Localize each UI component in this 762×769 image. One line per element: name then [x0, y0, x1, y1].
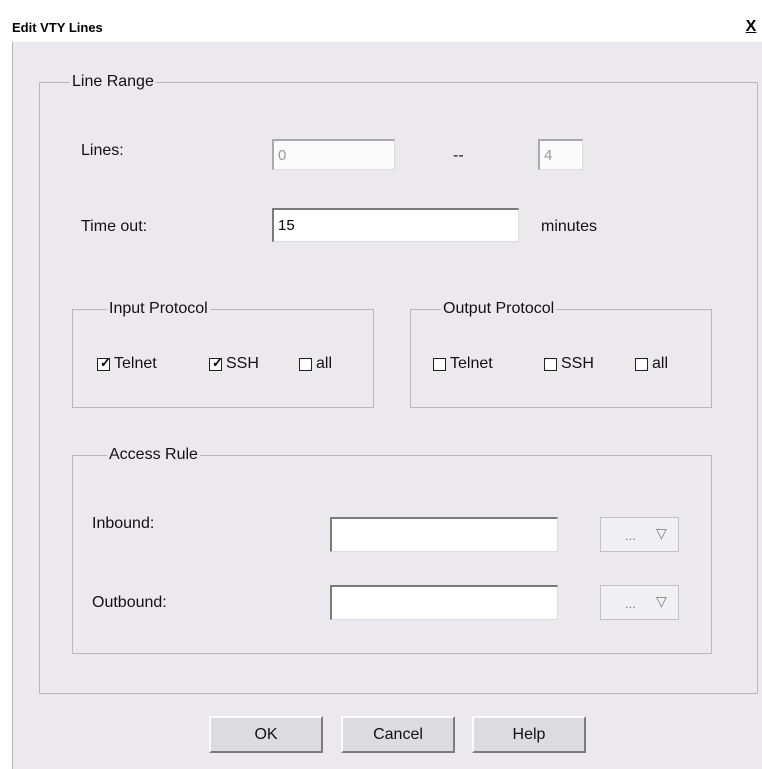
filter-triangle-icon: ▽ [656, 525, 667, 541]
line-range-separator: -- [453, 147, 464, 164]
picker-label: ... [625, 528, 636, 543]
line-range-legend: Line Range [70, 73, 156, 91]
dialog-body: Line Range Lines: -- Time out: minutes I… [12, 42, 762, 769]
timeout-field[interactable] [272, 208, 519, 242]
input-telnet-checkbox[interactable]: ✓ Telnet [97, 355, 157, 373]
checkbox-box[interactable] [544, 357, 557, 371]
output-telnet-checkbox[interactable]: Telnet [433, 355, 493, 373]
access-rule-group: Access Rule [72, 446, 712, 654]
check-mark-icon: ✓ [212, 354, 223, 370]
ok-button[interactable]: OK [209, 716, 323, 753]
check-mark-icon: ✓ [100, 354, 111, 370]
outbound-field[interactable] [330, 585, 558, 620]
input-all-checkbox[interactable]: all [299, 355, 332, 373]
checkbox-label: Telnet [450, 355, 493, 372]
access-rule-legend: Access Rule [107, 446, 200, 464]
checkbox-box[interactable]: ✓ [209, 354, 223, 371]
outbound-picker-button[interactable]: ... ▽ [600, 585, 679, 620]
timeout-unit: minutes [541, 218, 598, 235]
lines-label: Lines: [81, 142, 124, 159]
close-icon[interactable]: X [742, 18, 760, 36]
checkbox-box[interactable] [635, 357, 648, 371]
checkbox-label: SSH [226, 355, 259, 372]
help-button[interactable]: Help [472, 716, 586, 753]
checkbox-box[interactable] [299, 357, 312, 371]
outbound-label: Outbound: [92, 594, 167, 611]
window-title: Edit VTY Lines [12, 20, 103, 35]
checkbox-box[interactable]: ✓ [97, 354, 111, 371]
checkbox-label: all [316, 355, 333, 372]
output-protocol-legend: Output Protocol [441, 300, 557, 318]
input-ssh-checkbox[interactable]: ✓ SSH [209, 355, 259, 373]
inbound-label: Inbound: [92, 515, 155, 532]
checkbox-label: SSH [561, 355, 594, 372]
filter-triangle-icon: ▽ [656, 593, 667, 609]
inbound-picker-button[interactable]: ... ▽ [600, 517, 679, 552]
checkbox-label: Telnet [114, 355, 157, 372]
picker-label: ... [625, 596, 636, 611]
inbound-field[interactable] [330, 517, 558, 552]
output-ssh-checkbox[interactable]: SSH [544, 355, 594, 373]
input-protocol-legend: Input Protocol [107, 300, 210, 318]
checkbox-label: all [652, 355, 669, 372]
cancel-button[interactable]: Cancel [341, 716, 455, 753]
title-bar: Edit VTY Lines X [0, 0, 762, 42]
timeout-label: Time out: [81, 218, 148, 235]
line-end-field[interactable] [538, 139, 583, 170]
line-start-field[interactable] [272, 139, 395, 170]
checkbox-box[interactable] [433, 357, 446, 371]
output-all-checkbox[interactable]: all [635, 355, 668, 373]
